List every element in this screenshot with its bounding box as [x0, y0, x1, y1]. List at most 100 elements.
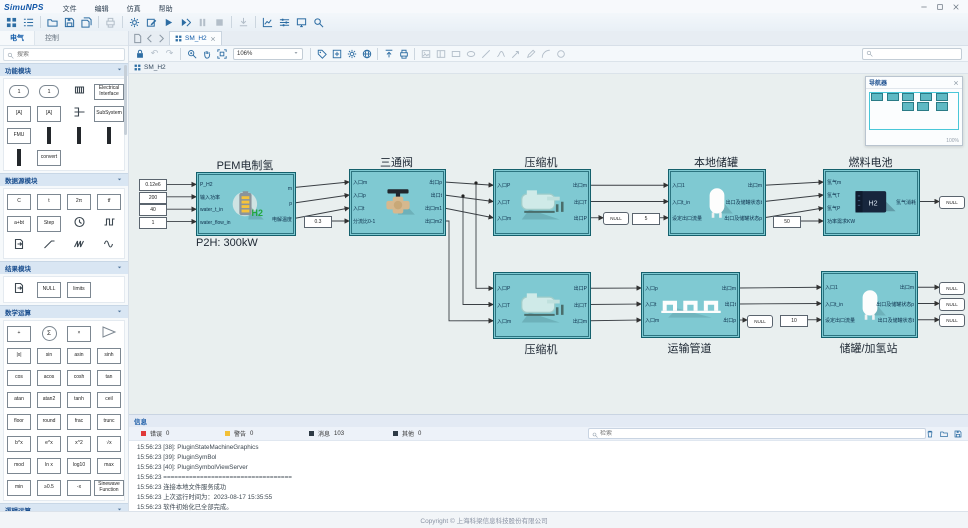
gear-button[interactable] [344, 47, 359, 60]
save-button[interactable] [61, 15, 78, 30]
constant-block[interactable]: 1 [139, 217, 167, 229]
tune-button[interactable] [276, 15, 293, 30]
palette-item[interactable]: FMU [4, 125, 34, 146]
palette-item[interactable] [4, 279, 34, 300]
palette-item[interactable] [94, 213, 124, 234]
collapse-icon[interactable] [116, 308, 123, 317]
tab-scroll-right-icon[interactable] [155, 31, 167, 46]
add-button[interactable] [329, 47, 344, 60]
palette-item[interactable]: × [64, 323, 94, 344]
palette-item[interactable]: t [34, 191, 64, 212]
navigator-minimap[interactable] [866, 89, 962, 133]
palette-item[interactable]: 1 [34, 81, 64, 102]
zoom-level-select[interactable]: 106% [233, 48, 303, 60]
palette-item[interactable]: -x [64, 477, 94, 498]
log-search-input[interactable] [598, 430, 922, 438]
palette-item[interactable]: |x| [4, 345, 34, 366]
palette-item[interactable]: + [4, 323, 34, 344]
palette-item[interactable]: asin [64, 345, 94, 366]
palette-item[interactable]: min [4, 477, 34, 498]
null-block[interactable]: NULL [939, 314, 965, 327]
run-button[interactable] [160, 15, 177, 30]
folder-button[interactable] [938, 429, 950, 439]
maximize-button[interactable] [932, 1, 948, 12]
info-panel-header[interactable]: 信息 [129, 415, 968, 427]
diagram-block-comp2[interactable]: 入口P入口T入口m出口P出口T出口m [493, 272, 591, 339]
diagram-canvas[interactable]: 导航器 100% H2P_H2输入功率water_t_inwater_flow_… [129, 74, 968, 414]
edit-button[interactable] [143, 15, 160, 30]
tab-SM_H2[interactable]: SM_H2 [169, 31, 222, 45]
palette-item[interactable] [64, 125, 94, 146]
collapse-icon[interactable] [116, 176, 123, 185]
constant-block[interactable]: 200 [139, 192, 167, 204]
palette-item[interactable]: ≥0.5 [34, 477, 64, 498]
menu-item[interactable]: 文件 [54, 6, 86, 13]
palette-item[interactable]: acos [34, 367, 64, 388]
palette-item[interactable]: b^x [4, 433, 34, 454]
constant-block[interactable]: 40 [139, 204, 167, 216]
library-tab-电气[interactable]: 电气 [0, 31, 35, 45]
palette-item[interactable]: Sinewave Function [94, 477, 124, 498]
diagram-block-pem[interactable]: H2P_H2输入功率water_t_inwater_flow_inmp电解温度 [196, 172, 296, 236]
palette-item[interactable] [64, 213, 94, 234]
filter-消息[interactable]: 消息103 [309, 429, 393, 438]
palette-item[interactable]: Electrical Interface [94, 81, 124, 102]
palette-item[interactable]: trunc [94, 411, 124, 432]
log-list[interactable]: 15:56:23 [38]: PluginStateMachineGraphic… [129, 441, 968, 512]
palette-item[interactable] [64, 81, 94, 102]
upload-button[interactable] [381, 47, 396, 60]
menu-item[interactable]: 编辑 [86, 6, 118, 13]
null-block[interactable]: NULL [939, 196, 965, 209]
palette-item[interactable]: floor [4, 411, 34, 432]
palette-item[interactable] [34, 125, 64, 146]
canvas-search-input[interactable] [873, 50, 958, 58]
palette-item[interactable] [4, 235, 34, 256]
null-block[interactable]: NULL [939, 298, 965, 311]
palette-item[interactable]: limits [64, 279, 94, 300]
diagram-block-fc[interactable]: H2氢气m氢气T氢气P功率需求KW氢气消耗 [823, 169, 920, 236]
palette-item[interactable]: √x [94, 433, 124, 454]
list-button[interactable] [20, 15, 37, 30]
constant-block[interactable]: 0.12e6 [139, 179, 167, 191]
diagram-block-comp1[interactable]: 入口P入口T入口m出口m出口T出口P [493, 169, 591, 236]
gear-button[interactable] [126, 15, 143, 30]
palette-item[interactable] [34, 235, 64, 256]
palette-item[interactable]: Step [34, 213, 64, 234]
folder-button[interactable] [44, 15, 61, 30]
tab-scroll-left-icon[interactable] [143, 31, 155, 46]
close-button[interactable] [948, 1, 964, 12]
tab-close-icon[interactable] [210, 36, 216, 42]
menu-item[interactable]: 帮助 [150, 6, 182, 13]
palette-item[interactable] [64, 103, 94, 124]
fit-button[interactable] [214, 47, 229, 60]
palette-item[interactable]: [A] [4, 103, 34, 124]
palette-item[interactable] [94, 235, 124, 256]
constant-block[interactable]: 10 [780, 315, 808, 327]
constant-block[interactable]: 50 [773, 216, 801, 228]
filter-警告[interactable]: 警告0 [225, 429, 309, 438]
diagram-block-tank2[interactable]: 入口1入口t_in设定出口流量出口m出口及储罐状态p出口及储罐状态t [821, 271, 918, 338]
palette-item[interactable]: ln x [34, 455, 64, 476]
palette-item[interactable]: cosh [64, 367, 94, 388]
null-block[interactable]: NULL [603, 212, 629, 225]
palette-item[interactable]: atan [4, 389, 34, 410]
palette-item[interactable]: round [34, 411, 64, 432]
null-block[interactable]: NULL [747, 315, 773, 328]
monitor-button[interactable] [293, 15, 310, 30]
palette-item[interactable]: convert [34, 147, 64, 168]
navigator-panel[interactable]: 导航器 100% [865, 76, 963, 146]
palette-section-header[interactable]: 数据源模块 [0, 173, 128, 186]
minimize-button[interactable] [916, 1, 932, 12]
blocks-button[interactable] [3, 15, 20, 30]
palette-section-header[interactable]: 数学运算 [0, 305, 128, 318]
save-button[interactable] [952, 429, 964, 439]
trash-button[interactable] [924, 429, 936, 439]
diagram-block-valve[interactable]: 入口m入口p入口t分流比0-1出口p出口t出口m1出口m2 [349, 169, 446, 236]
constant-block[interactable]: 0.3 [304, 216, 332, 228]
breadcrumb-label[interactable]: SM_H2 [144, 64, 166, 71]
lock-button[interactable] [132, 47, 147, 60]
palette-item[interactable] [94, 125, 124, 146]
globe-button[interactable] [359, 47, 374, 60]
palette-item[interactable]: 2π [64, 191, 94, 212]
palette-item[interactable]: mod [4, 455, 34, 476]
